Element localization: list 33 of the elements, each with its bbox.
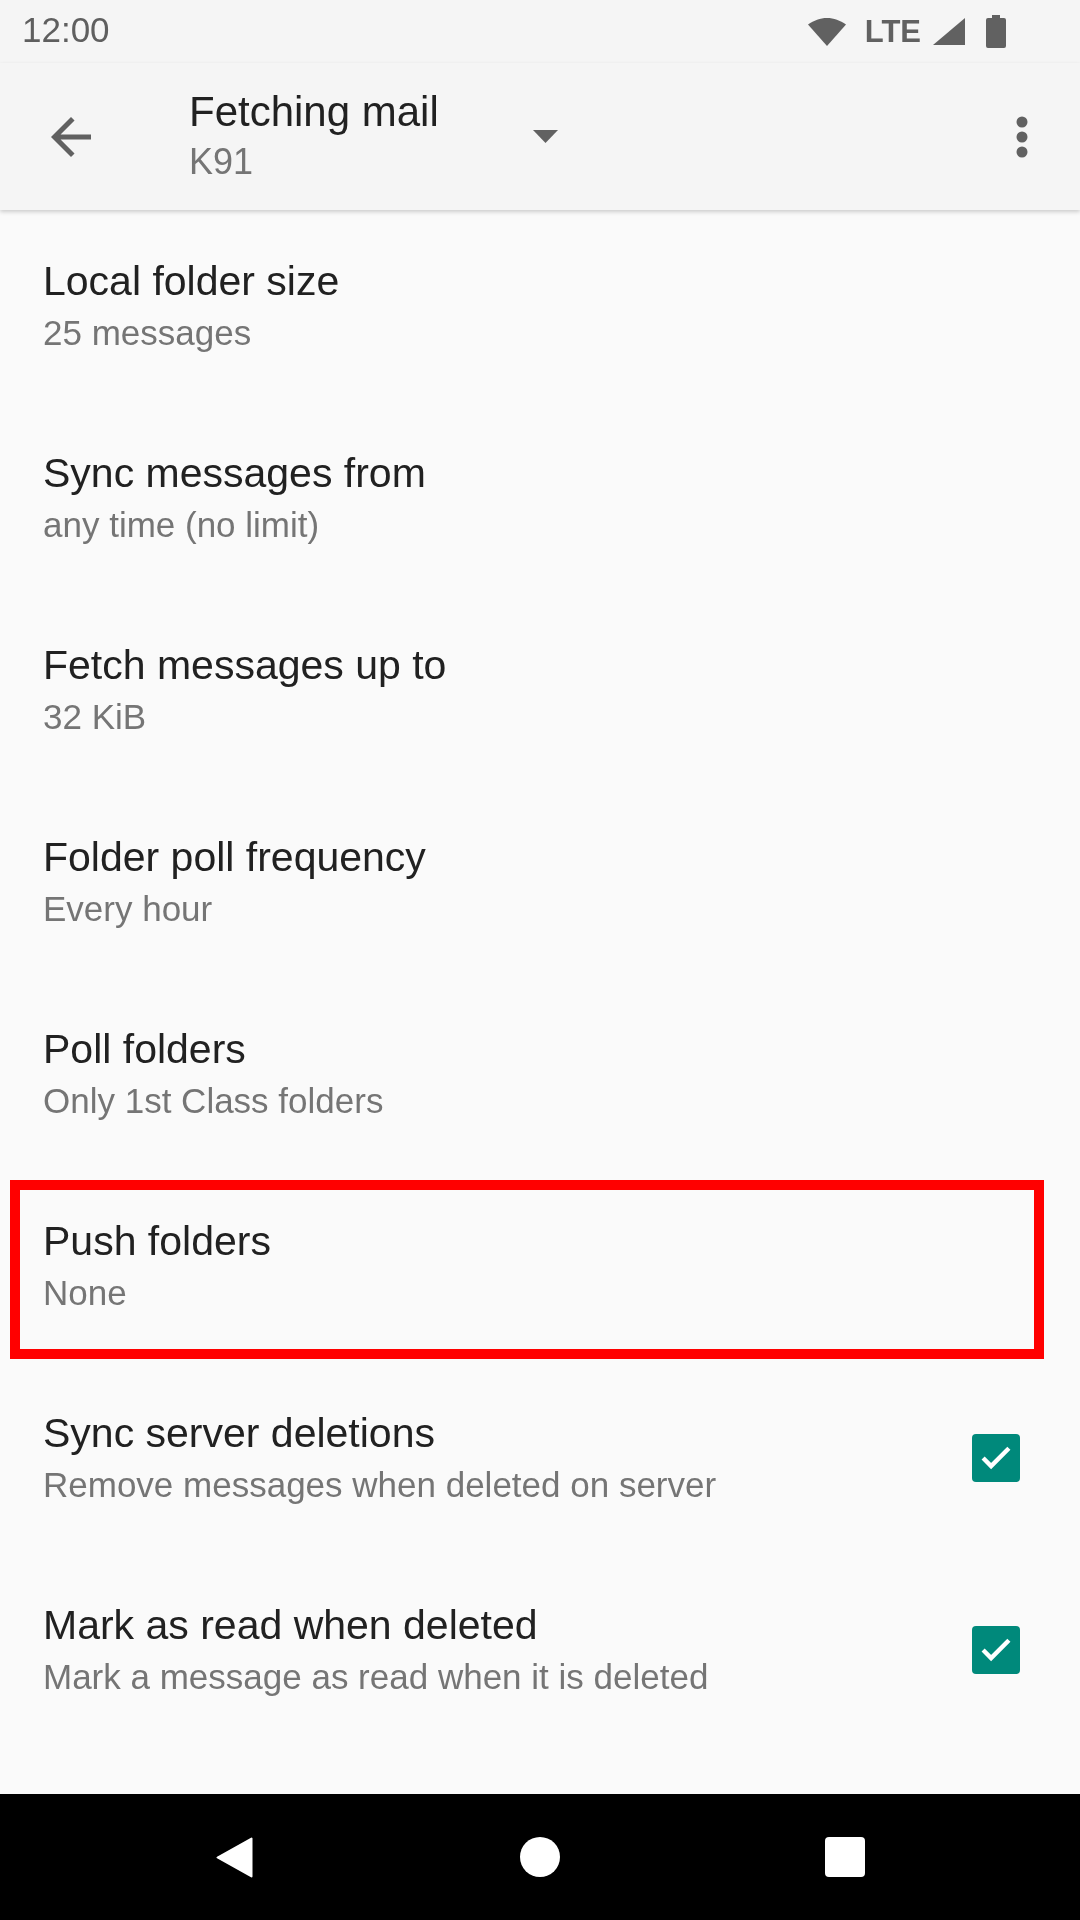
home-icon[interactable] <box>520 1837 560 1877</box>
setting-title: Push folders <box>43 1217 271 1266</box>
overflow-menu-icon[interactable] <box>1016 115 1028 158</box>
setting-summary: Only 1st Class folders <box>43 1080 384 1122</box>
checkmark-icon <box>980 1446 1012 1470</box>
status-time: 12:00 <box>22 9 110 50</box>
setting-summary: None <box>43 1272 127 1314</box>
battery-icon <box>986 15 1006 48</box>
setting-title: Folder poll frequency <box>43 833 426 882</box>
toolbar-subtitle: K91 <box>189 139 254 184</box>
network-type-label: LTE <box>864 14 921 49</box>
setting-summary: Remove messages when deleted on server <box>43 1464 717 1506</box>
dropdown-caret-icon[interactable] <box>533 130 558 143</box>
setting-summary: 32 KiB <box>43 696 147 738</box>
setting-title: Local folder size <box>43 257 340 306</box>
setting-title: Fetch messages up to <box>43 641 447 690</box>
checkmark-icon <box>980 1638 1012 1662</box>
setting-summary: any time (no limit) <box>43 504 320 546</box>
back-icon[interactable] <box>51 116 91 157</box>
nav-back-icon[interactable] <box>216 1836 254 1878</box>
toolbar-title: Fetching mail <box>189 86 439 137</box>
setting-title: Mark as read when deleted <box>43 1601 538 1650</box>
setting-title: Poll folders <box>43 1025 246 1074</box>
setting-title: Sync server deletions <box>43 1409 435 1458</box>
signal-icon <box>933 18 965 45</box>
wifi-icon <box>807 17 846 46</box>
recents-icon[interactable] <box>825 1837 866 1877</box>
setting-title: Sync messages from <box>43 449 426 498</box>
setting-summary: 25 messages <box>43 312 252 354</box>
checkbox[interactable] <box>972 1626 1020 1674</box>
setting-summary: Every hour <box>43 888 213 930</box>
setting-summary: Mark a message as read when it is deleted <box>43 1656 709 1698</box>
checkbox[interactable] <box>972 1434 1020 1482</box>
